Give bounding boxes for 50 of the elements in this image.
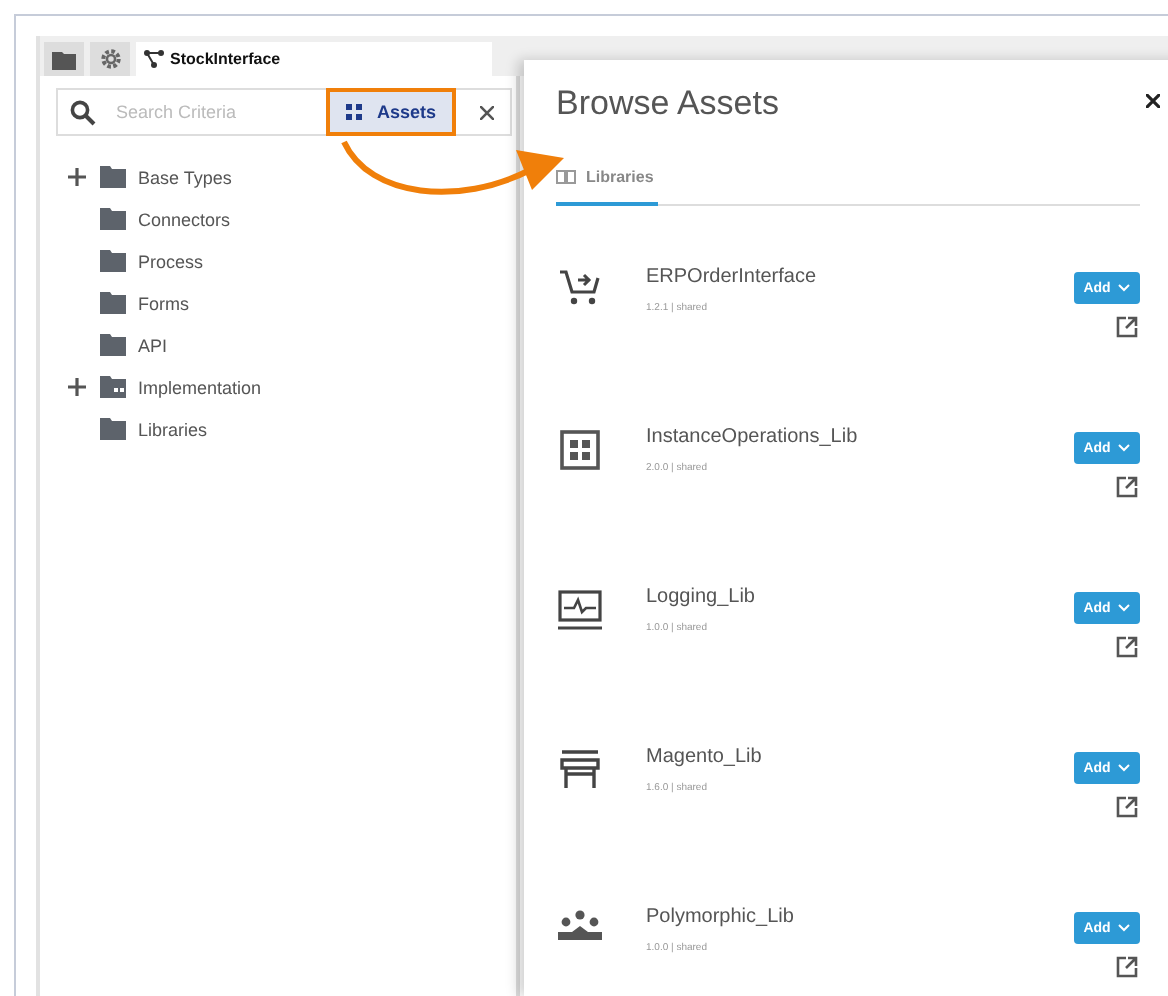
library-name: Magento_Lib bbox=[646, 746, 764, 768]
close-icon[interactable] bbox=[480, 105, 494, 119]
expand-icon[interactable] bbox=[68, 168, 86, 186]
chevron-icon bbox=[1118, 764, 1131, 772]
tree-item[interactable]: Connectors bbox=[138, 209, 231, 229]
external-link-icon[interactable] bbox=[1116, 476, 1138, 498]
external-link-icon[interactable] bbox=[1116, 796, 1138, 818]
editor-tab[interactable]: StockInterface bbox=[136, 42, 492, 76]
library-name: Polymorphic_Lib bbox=[646, 906, 796, 928]
grid-icon bbox=[346, 103, 365, 121]
library-name: Logging_Lib bbox=[646, 586, 757, 608]
chevron-icon bbox=[1118, 444, 1131, 452]
editor-tab[interactable] bbox=[44, 42, 84, 76]
monitor-icon bbox=[558, 590, 602, 630]
libraries-tab[interactable]: Libraries bbox=[556, 168, 658, 206]
tree-item[interactable]: Forms bbox=[138, 293, 189, 313]
tree-item[interactable]: Base Types bbox=[138, 167, 232, 187]
assets-button[interactable]: Assets bbox=[326, 88, 456, 136]
external-link-icon[interactable] bbox=[1116, 956, 1138, 978]
store-icon bbox=[560, 750, 600, 790]
folder-icon bbox=[100, 292, 126, 314]
settings-icon bbox=[99, 48, 121, 70]
expand-icon[interactable] bbox=[68, 378, 86, 396]
folder-icon bbox=[100, 334, 126, 356]
folder-icon bbox=[100, 418, 126, 440]
external-link-icon[interactable] bbox=[1116, 316, 1138, 338]
external-link-icon[interactable] bbox=[1116, 636, 1138, 658]
library-name: ERPOrderInterface bbox=[646, 266, 819, 288]
close-icon[interactable] bbox=[1146, 94, 1160, 108]
book-icon bbox=[556, 170, 576, 184]
tree-item[interactable]: API bbox=[138, 335, 168, 355]
library-name: InstanceOperations_Lib bbox=[646, 426, 860, 448]
drawer-title: Browse Assets bbox=[556, 84, 779, 124]
diagram-icon bbox=[144, 50, 164, 68]
cart-icon bbox=[560, 270, 600, 306]
tree-item[interactable]: Process bbox=[138, 251, 204, 271]
tree-item[interactable]: Libraries bbox=[138, 419, 208, 439]
editor-tab[interactable] bbox=[90, 42, 130, 76]
folder-icon bbox=[52, 49, 76, 69]
grid-icon bbox=[560, 430, 600, 470]
folder-icon bbox=[100, 166, 126, 188]
chevron-icon bbox=[1118, 284, 1131, 292]
folder-icon bbox=[100, 208, 126, 230]
people-icon bbox=[558, 910, 602, 942]
folder-icon bbox=[100, 376, 126, 398]
chevron-icon bbox=[1118, 604, 1131, 612]
search-icon bbox=[70, 99, 96, 125]
folder-icon bbox=[100, 250, 126, 272]
tree-item[interactable]: Implementation bbox=[138, 377, 262, 397]
chevron-icon bbox=[1118, 924, 1131, 932]
